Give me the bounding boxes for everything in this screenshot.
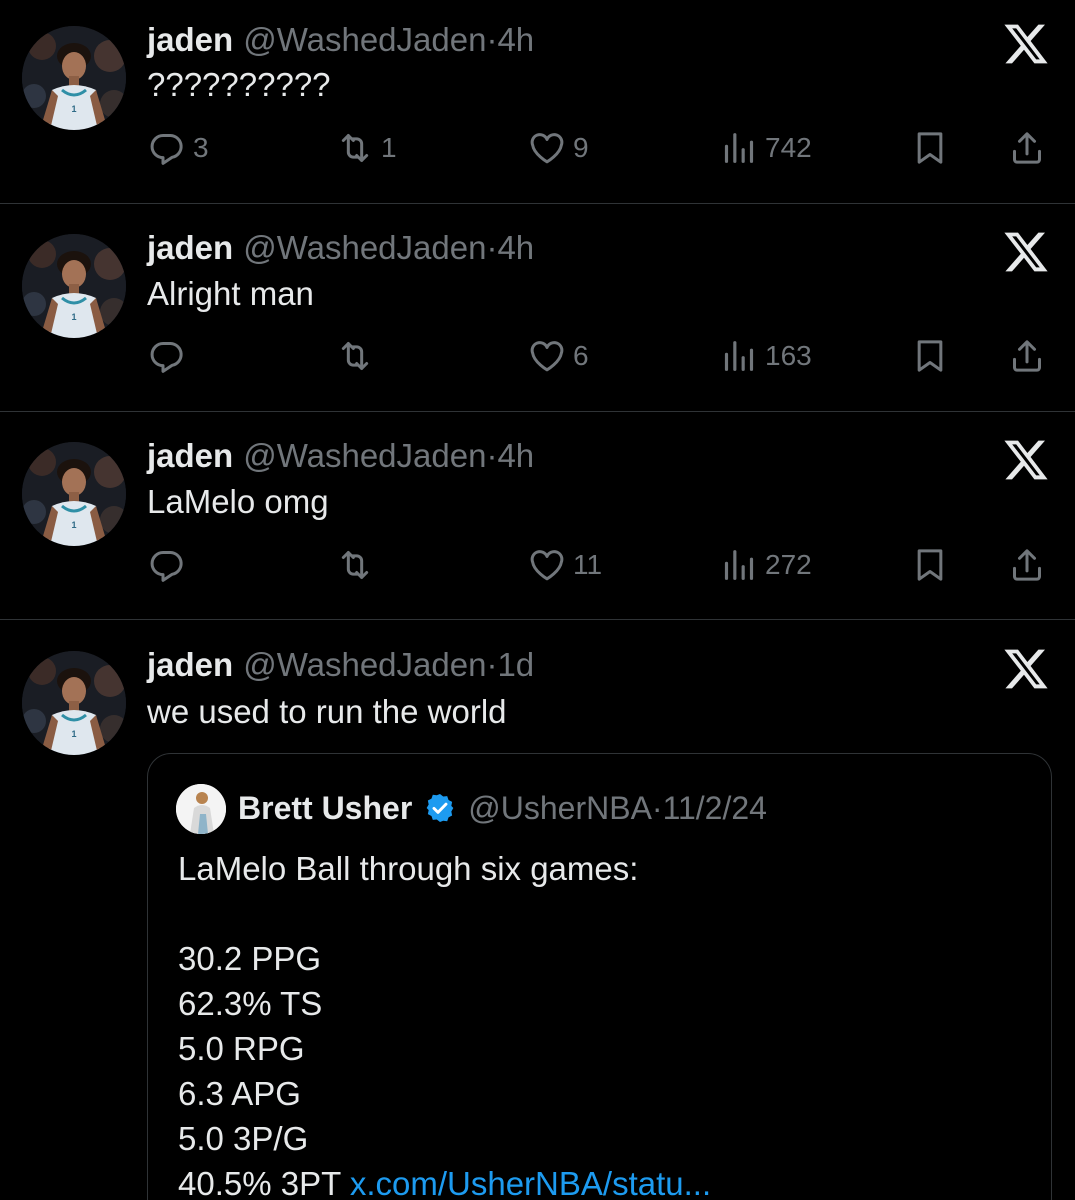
divider [0, 619, 1075, 620]
timestamp[interactable]: 1d [497, 646, 534, 683]
view-count: 742 [765, 132, 812, 163]
share-button[interactable] [1007, 336, 1047, 376]
author-handle[interactable]: @WashedJaden [243, 437, 486, 474]
separator-dot: · [486, 646, 498, 683]
quoted-author-name[interactable]: Brett Usher [238, 788, 412, 828]
like-button[interactable]: 9 [527, 128, 589, 168]
bookmark-icon [910, 336, 950, 376]
quoted-tweet[interactable]: Brett Usher @UsherNBA · 11/2/24 LaMelo Bal… [147, 753, 1052, 1200]
stat-line: 40.5% 3PT [178, 1165, 341, 1200]
views-button[interactable]: 163 [719, 336, 812, 376]
author-handle[interactable]: @WashedJaden [243, 229, 486, 266]
reply-button[interactable] [147, 336, 193, 376]
author-name[interactable]: jaden [147, 437, 233, 474]
view-count: 163 [765, 340, 812, 371]
author-name[interactable]: jaden [147, 21, 233, 58]
x-logo-icon [1002, 645, 1050, 693]
reply-icon [147, 128, 187, 168]
stat-line: 5.0 RPG [178, 1030, 305, 1067]
like-button[interactable]: 6 [527, 336, 589, 376]
share-icon [1007, 128, 1047, 168]
reply-count: 3 [193, 132, 209, 163]
timestamp[interactable]: 4h [497, 437, 534, 474]
bookmark-button[interactable] [910, 545, 950, 585]
views-icon [719, 336, 759, 376]
like-count: 9 [573, 132, 589, 163]
bookmark-icon [910, 128, 950, 168]
author-name[interactable]: jaden [147, 229, 233, 266]
retweet-icon [335, 128, 375, 168]
quoted-text: LaMelo Ball through six games: 30.2 PPG 62… [178, 846, 711, 1200]
stat-line: 62.3% TS [178, 985, 323, 1022]
action-bar: 11 272 [147, 545, 1052, 585]
like-button[interactable]: 11 [527, 545, 602, 585]
x-logo-icon [1002, 436, 1050, 484]
separator-dot: · [651, 790, 663, 826]
views-icon [719, 545, 759, 585]
like-icon [527, 336, 567, 376]
reply-button[interactable] [147, 545, 193, 585]
bookmark-button[interactable] [910, 128, 950, 168]
share-icon [1007, 545, 1047, 585]
reply-icon [147, 336, 187, 376]
retweet-icon [335, 545, 375, 585]
retweet-count: 1 [381, 132, 397, 163]
tweet-text: we used to run the world [147, 693, 507, 730]
tweet-text: Alright man [147, 275, 314, 312]
retweet-icon [335, 336, 375, 376]
quoted-intro: LaMelo Ball through six games: [178, 850, 639, 887]
action-bar: 6 163 [147, 336, 1052, 376]
share-icon [1007, 336, 1047, 376]
separator-dot: · [486, 229, 498, 266]
action-bar: 3 1 9 742 [147, 128, 1052, 168]
tweet-text: ?????????? [147, 66, 331, 103]
views-button[interactable]: 742 [719, 128, 812, 168]
status-link[interactable]: x.com/UsherNBA/statu... [350, 1165, 711, 1200]
reply-button[interactable]: 3 [147, 128, 209, 168]
bookmark-button[interactable] [910, 336, 950, 376]
like-count: 6 [573, 340, 589, 371]
stat-line: 5.0 3P/G [178, 1120, 309, 1157]
like-count: 11 [573, 549, 603, 580]
tweet-header: jaden @WashedJaden·1d [147, 645, 534, 685]
quoted-avatar[interactable] [176, 784, 226, 834]
avatar[interactable] [22, 651, 126, 755]
divider [0, 411, 1075, 412]
like-icon [527, 545, 567, 585]
tweet-header: jaden @WashedJaden·4h [147, 228, 534, 268]
quoted-author-handle[interactable]: @UsherNBA [468, 788, 652, 828]
author-name[interactable]: jaden [147, 646, 233, 683]
avatar[interactable] [22, 442, 126, 546]
x-logo-icon [1002, 228, 1050, 276]
quoted-date[interactable]: 11/2/24 [663, 788, 767, 828]
stat-line: 6.3 APG [178, 1075, 301, 1112]
views-icon [719, 128, 759, 168]
tweet-header: jaden @WashedJaden·4h [147, 436, 534, 476]
reply-icon [147, 545, 187, 585]
retweet-button[interactable]: 1 [335, 128, 397, 168]
author-handle[interactable]: @WashedJaden [243, 21, 486, 58]
separator-dot: · [486, 21, 498, 58]
retweet-button[interactable] [335, 336, 381, 376]
author-handle[interactable]: @WashedJaden [243, 646, 486, 683]
retweet-button[interactable] [335, 545, 381, 585]
divider [0, 203, 1075, 204]
share-button[interactable] [1007, 128, 1047, 168]
avatar[interactable] [22, 26, 126, 130]
verified-badge-icon [424, 792, 456, 824]
view-count: 272 [765, 549, 812, 580]
bookmark-icon [910, 545, 950, 585]
quoted-header: Brett Usher @UsherNBA · 11/2/24 [238, 788, 767, 828]
separator-dot: · [486, 437, 498, 474]
timestamp[interactable]: 4h [497, 229, 534, 266]
share-button[interactable] [1007, 545, 1047, 585]
like-icon [527, 128, 567, 168]
views-button[interactable]: 272 [719, 545, 812, 585]
stat-line: 30.2 PPG [178, 940, 322, 977]
timestamp[interactable]: 4h [497, 21, 534, 58]
tweet-text: LaMelo omg [147, 483, 329, 520]
tweet-header: jaden @WashedJaden·4h [147, 20, 534, 60]
avatar[interactable] [22, 234, 126, 338]
x-logo-icon [1002, 20, 1050, 68]
